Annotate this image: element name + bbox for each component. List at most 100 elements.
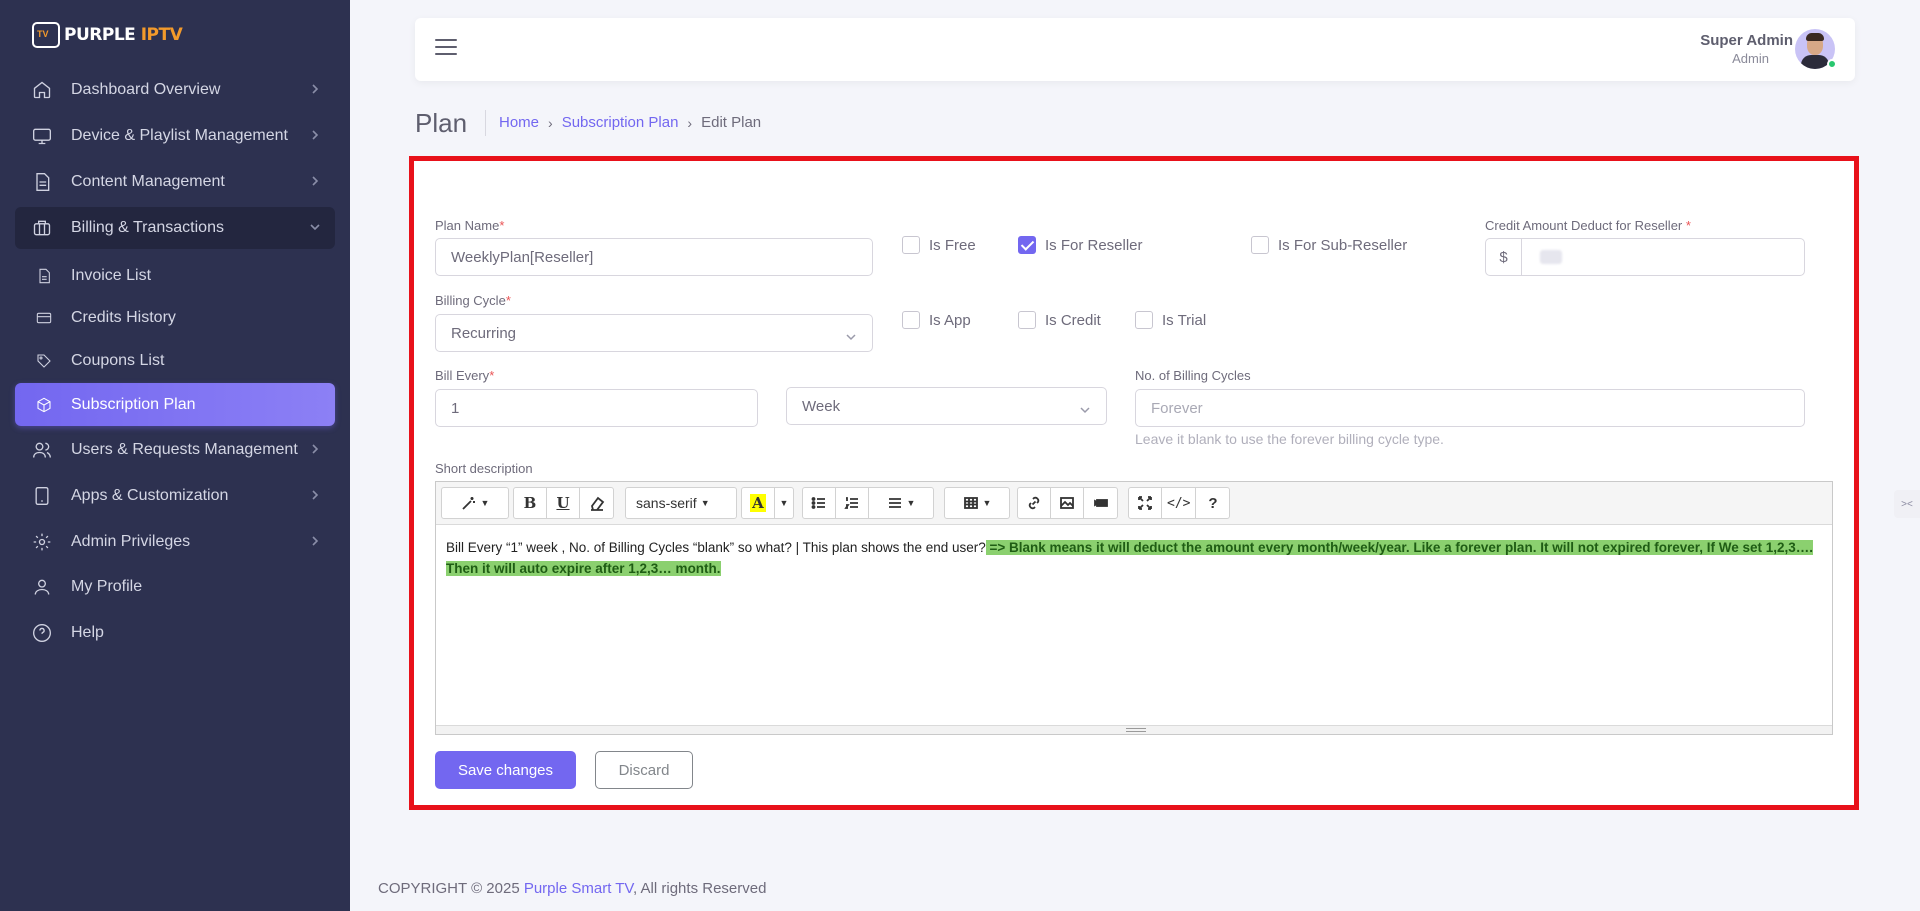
brand-logo[interactable]: PURPLE IPTV <box>32 22 183 48</box>
table-icon[interactable]: ▼ <box>945 488 1009 518</box>
package-icon <box>35 396 53 414</box>
underline-button[interactable]: U <box>547 488 580 518</box>
ordered-list-icon[interactable] <box>836 488 869 518</box>
is-for-reseller-checkbox[interactable]: Is For Reseller <box>1018 236 1143 254</box>
edit-plan-card: Plan Name* WeeklyPlan[Reseller] Is Free … <box>409 156 1859 810</box>
sidebar-item-label: Credits History <box>71 309 176 326</box>
sidebar-item-content[interactable]: Content Management <box>15 161 335 203</box>
sidebar-item-admin-privileges[interactable]: Admin Privileges <box>15 521 335 563</box>
user-role: Admin <box>1732 51 1769 66</box>
sidebar-item-devices[interactable]: Device & Playlist Management <box>15 115 335 157</box>
is-credit-checkbox[interactable]: Is Credit <box>1018 311 1101 329</box>
sidebar-item-label: Invoice List <box>71 267 152 284</box>
checkbox-box[interactable] <box>1018 311 1036 329</box>
sidebar-item-users[interactable]: Users & Requests Management <box>15 429 335 471</box>
sidebar-item-my-profile[interactable]: My Profile <box>15 566 335 608</box>
checkbox-box[interactable] <box>902 236 920 254</box>
breadcrumb-home[interactable]: Home <box>499 114 539 131</box>
chevron-right-icon <box>309 174 325 190</box>
page-title: Plan <box>415 108 468 138</box>
breadcrumb-current: Edit Plan <box>701 114 762 131</box>
code-view-icon[interactable]: </> <box>1162 488 1197 518</box>
resize-handle[interactable] <box>436 725 1832 734</box>
tablet-icon <box>31 485 53 507</box>
brand-name-part1: PURPLE <box>64 25 136 45</box>
sidebar-item-apps[interactable]: Apps & Customization <box>15 475 335 517</box>
chevron-down-icon <box>309 220 325 236</box>
sidebar-item-billing[interactable]: Billing & Transactions <box>15 207 335 249</box>
footer-suffix: , All rights Reserved <box>633 880 767 897</box>
checkbox-box[interactable] <box>1251 236 1269 254</box>
eraser-icon[interactable] <box>580 488 613 518</box>
file-text-icon <box>35 267 53 285</box>
help-icon[interactable]: ? <box>1196 488 1229 518</box>
sidebar-item-help[interactable]: Help <box>15 612 335 654</box>
sidebar-item-label: Device & Playlist Management <box>71 127 288 144</box>
plan-name-label: Plan Name* <box>435 218 505 233</box>
tag-icon <box>35 352 53 370</box>
collapse-icon[interactable]: >< <box>1894 490 1920 518</box>
sidebar-item-label: Billing & Transactions <box>71 219 224 236</box>
is-app-checkbox[interactable]: Is App <box>902 311 971 329</box>
fullscreen-icon[interactable] <box>1129 488 1162 518</box>
chevron-right-icon: › <box>548 114 553 131</box>
credit-amount-label: Credit Amount Deduct for Reseller * <box>1485 218 1691 233</box>
editor-toolbar: ▼ B U sans-serif ▼ A ▼ ▼ ▼ </> ? <box>436 482 1832 525</box>
sidebar-item-label: Apps & Customization <box>71 487 229 504</box>
text-color-icon[interactable]: A <box>742 488 775 518</box>
image-icon[interactable] <box>1051 488 1084 518</box>
checkbox-box[interactable] <box>902 311 920 329</box>
file-icon <box>31 171 53 193</box>
bold-button[interactable]: B <box>514 488 547 518</box>
chevron-right-icon <box>309 488 325 504</box>
sidebar-subitem-invoice-list[interactable]: Invoice List <box>15 256 335 296</box>
is-free-checkbox[interactable]: Is Free <box>902 236 976 254</box>
settings-icon <box>31 531 53 553</box>
plan-name-input[interactable]: WeeklyPlan[Reseller] <box>435 238 873 276</box>
font-family-select[interactable]: sans-serif ▼ <box>626 488 736 518</box>
footer: COPYRIGHT © 2025 Purple Smart TV, All ri… <box>378 880 766 897</box>
help-icon <box>31 622 53 644</box>
sidebar-subitem-credits-history[interactable]: Credits History <box>15 298 335 338</box>
rich-text-editor: ▼ B U sans-serif ▼ A ▼ ▼ ▼ </> ? Bill Ev… <box>435 481 1833 735</box>
bill-every-input[interactable]: 1 <box>435 389 758 427</box>
menu-icon[interactable] <box>435 39 457 59</box>
is-for-sub-reseller-checkbox[interactable]: Is For Sub-Reseller <box>1251 236 1407 254</box>
chevron-right-icon <box>309 442 325 458</box>
footer-link[interactable]: Purple Smart TV <box>524 880 633 897</box>
sidebar-item-label: Admin Privileges <box>71 533 191 550</box>
align-icon[interactable]: ▼ <box>869 488 933 518</box>
sidebar-item-label: Dashboard Overview <box>71 81 221 98</box>
discard-button[interactable]: Discard <box>595 751 693 789</box>
chevron-down-icon <box>1080 402 1090 419</box>
checkbox-checked-icon[interactable] <box>1018 236 1036 254</box>
chevron-down-icon[interactable]: ▼ <box>775 488 793 518</box>
chevron-down-icon <box>846 329 856 346</box>
breadcrumb-subscription-plan[interactable]: Subscription Plan <box>562 114 679 131</box>
user-name[interactable]: Super Admin <box>1700 32 1793 49</box>
credit-amount-input[interactable] <box>1521 238 1805 276</box>
billing-cycle-select[interactable]: Recurring <box>435 314 873 352</box>
sidebar-subitem-subscription-plan[interactable]: Subscription Plan <box>15 383 335 426</box>
checkbox-box[interactable] <box>1135 311 1153 329</box>
breadcrumb: Home › Subscription Plan › Edit Plan <box>499 114 761 131</box>
sidebar-item-label: Subscription Plan <box>71 395 196 413</box>
is-trial-checkbox[interactable]: Is Trial <box>1135 311 1206 329</box>
editor-content[interactable]: Bill Every “1” week , No. of Billing Cyc… <box>446 537 1826 579</box>
redacted-value <box>1540 250 1562 264</box>
magic-style-icon[interactable]: ▼ <box>442 488 508 518</box>
unordered-list-icon[interactable] <box>803 488 836 518</box>
home-icon <box>31 79 53 101</box>
user-icon <box>31 576 53 598</box>
sidebar-subitem-coupons-list[interactable]: Coupons List <box>15 341 335 381</box>
brand-name-part2: IPTV <box>140 25 183 45</box>
billing-cycles-input[interactable]: Forever <box>1135 389 1805 427</box>
link-icon[interactable] <box>1018 488 1051 518</box>
editor-text: Bill Every “1” week , No. of Billing Cyc… <box>446 540 986 555</box>
sidebar-item-dashboard[interactable]: Dashboard Overview <box>15 69 335 111</box>
video-icon[interactable] <box>1084 488 1117 518</box>
bill-unit-select[interactable]: Week <box>786 387 1107 425</box>
tv-logo-icon <box>32 22 60 48</box>
billing-cycles-hint: Leave it blank to use the forever billin… <box>1135 431 1444 447</box>
save-changes-button[interactable]: Save changes <box>435 751 576 789</box>
